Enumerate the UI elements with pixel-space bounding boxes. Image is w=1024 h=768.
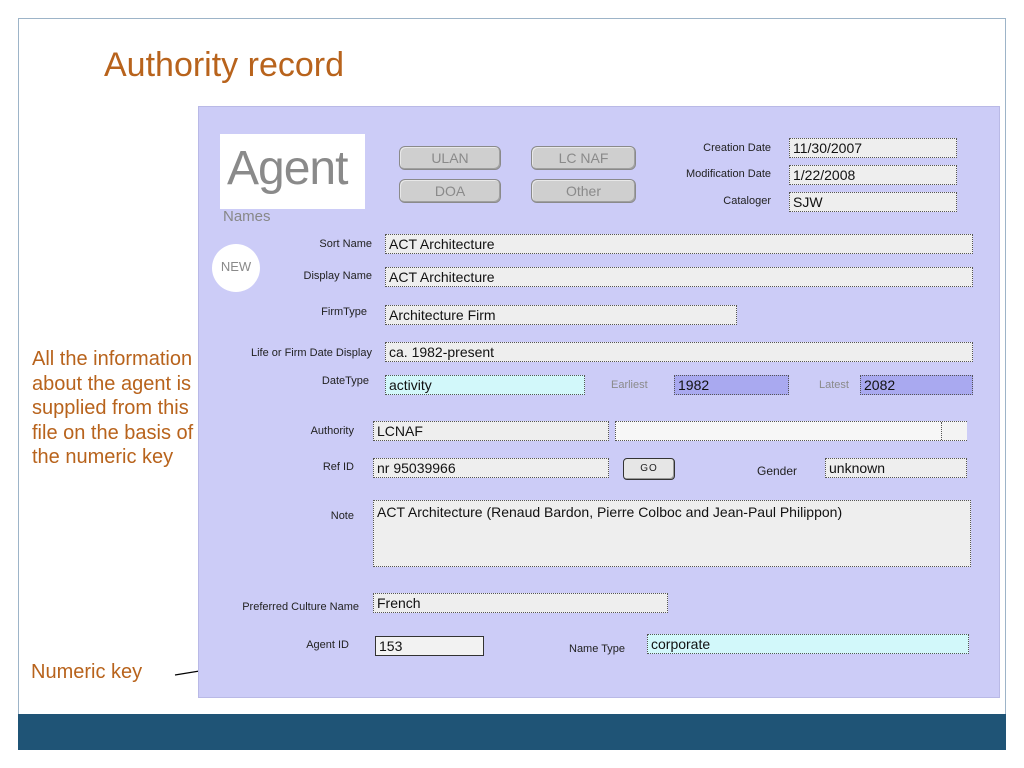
ulan-button[interactable]: ULAN (399, 146, 501, 170)
names-section-label: Names (223, 208, 271, 225)
gender-field[interactable]: unknown (825, 458, 967, 478)
earliest-field[interactable]: 1982 (674, 375, 789, 395)
cataloger-field[interactable]: SJW (789, 192, 957, 212)
authority-lookup-field[interactable] (615, 421, 967, 441)
life-firm-date-display-field[interactable]: ca. 1982-present (385, 342, 973, 362)
name-type-field[interactable]: corporate (647, 634, 969, 654)
authority-field[interactable]: LCNAF (373, 421, 609, 441)
slide-footer-band (18, 714, 1006, 750)
side-note: All the information about the agent is s… (32, 348, 194, 468)
creation-date-field[interactable]: 11/30/2007 (789, 138, 957, 158)
ref-id-field[interactable]: nr 95039966 (373, 458, 609, 478)
agent-id-field[interactable]: 153 (375, 636, 484, 656)
slide-title: Authority record (104, 46, 344, 84)
preferred-culture-name-field[interactable]: French (373, 593, 668, 613)
other-button[interactable]: Other (531, 179, 636, 203)
ref-id-label: Ref ID (322, 461, 354, 473)
go-button[interactable]: GO (623, 458, 675, 480)
doa-button[interactable]: DOA (399, 179, 501, 203)
date-type-field[interactable]: activity (385, 375, 585, 395)
firm-type-label: FirmType (321, 306, 367, 318)
note-label: Note (330, 510, 354, 522)
latest-field[interactable]: 2082 (860, 375, 973, 395)
name-type-label: Name Type (569, 643, 626, 655)
life-firm-date-display-label: Life or Firm Date Display (250, 347, 372, 359)
cataloger-label: Cataloger (723, 195, 771, 207)
display-name-field[interactable]: ACT Architecture (385, 267, 973, 287)
preferred-culture-name-label: Preferred Culture Name (242, 601, 359, 613)
latest-label: Latest (819, 379, 849, 391)
agent-heading: Agent (227, 142, 348, 195)
authority-label: Authority (310, 425, 354, 437)
display-name-label: Display Name (303, 270, 372, 282)
date-type-label: DateType (321, 375, 369, 387)
agent-form-panel: Agent Names NEW ULAN LC NAF DOA Other Cr… (198, 106, 1000, 698)
note-field[interactable]: ACT Architecture (Renaud Bardon, Pierre … (373, 500, 971, 567)
firm-type-field[interactable]: Architecture Firm (385, 305, 737, 325)
modification-date-field[interactable]: 1/22/2008 (789, 165, 957, 185)
creation-date-label: Creation Date (703, 142, 771, 154)
authority-lookup-scroll-handle[interactable] (941, 422, 967, 440)
modification-date-label: Modification Date (686, 168, 771, 180)
lcnaf-button[interactable]: LC NAF (531, 146, 636, 170)
sort-name-label: Sort Name (319, 238, 372, 250)
agent-id-label: Agent ID (306, 639, 349, 651)
gender-label: Gender (757, 464, 798, 478)
new-badge-button[interactable]: NEW (212, 244, 260, 292)
numeric-key-label: Numeric key (31, 661, 143, 683)
sort-name-field[interactable]: ACT Architecture (385, 234, 973, 254)
earliest-label: Earliest (611, 379, 648, 391)
